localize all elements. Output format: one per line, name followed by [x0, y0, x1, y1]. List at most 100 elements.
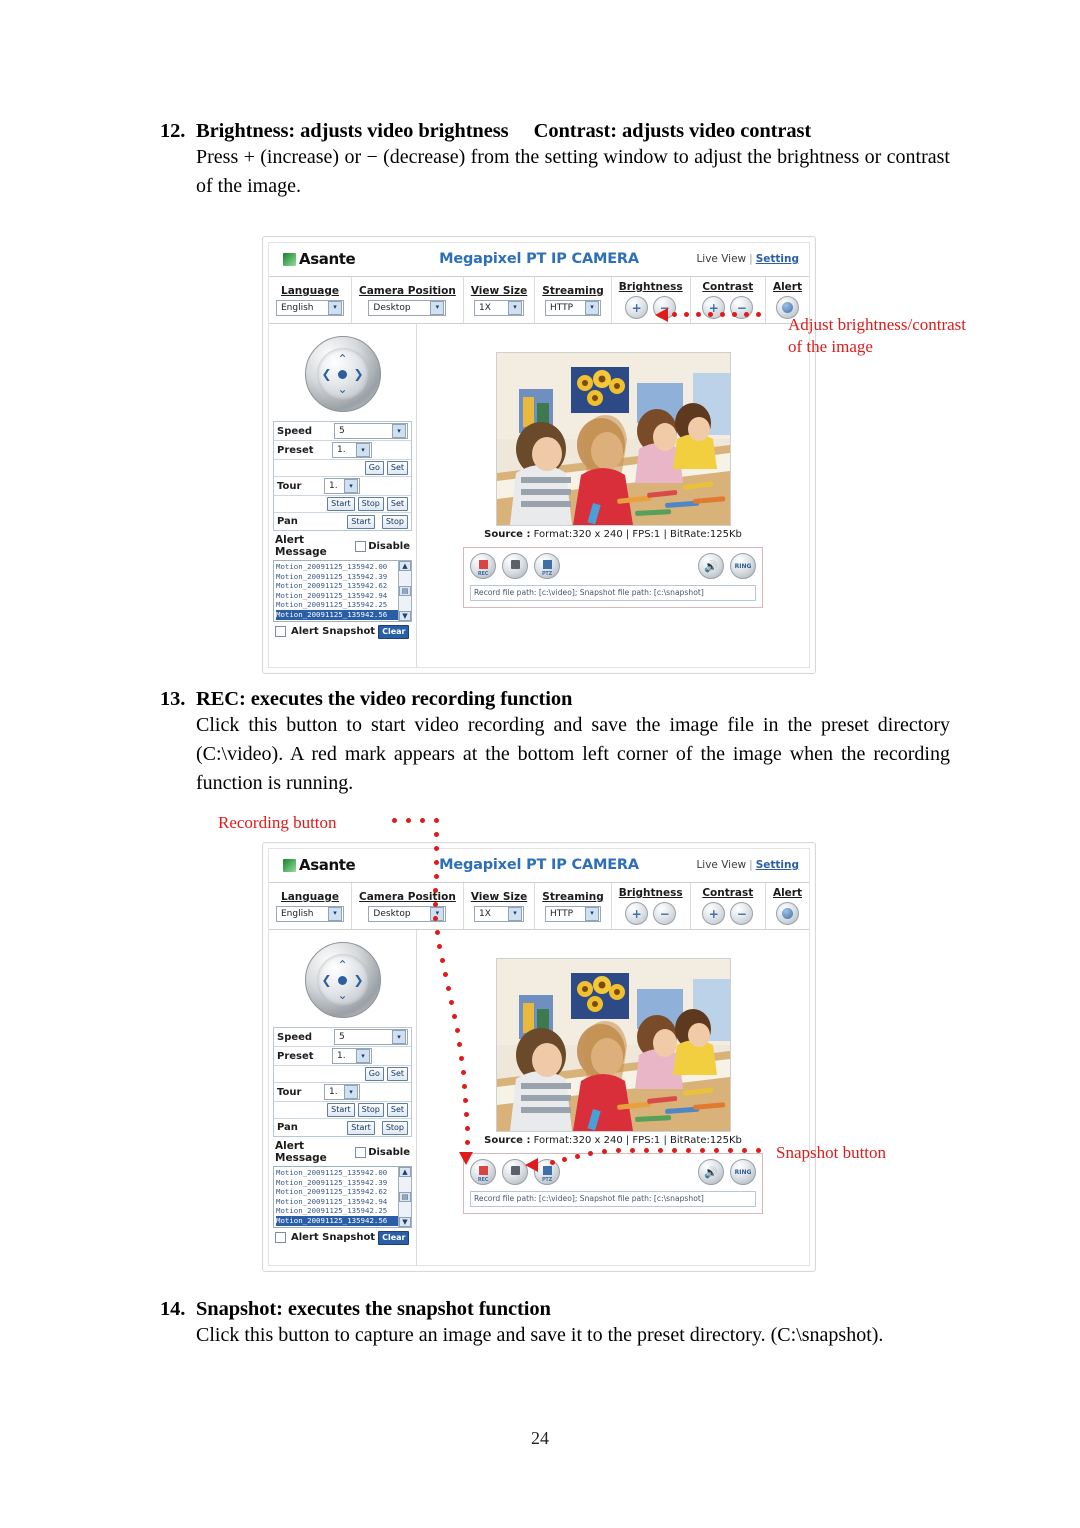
list-item[interactable]: Motion_20091125_135942.94 [276, 1197, 398, 1207]
preset-select-1[interactable]: 1. ▾ [332, 442, 372, 458]
checkbox-icon[interactable] [275, 626, 286, 638]
checkbox-icon[interactable] [355, 1146, 367, 1158]
preset-row-2: Preset 1. ▾ [274, 1047, 411, 1066]
rec-button-2[interactable]: REC [470, 1159, 496, 1185]
streaming-select-2[interactable]: HTTP ▾ [545, 905, 602, 922]
speed-select-2[interactable]: 5 ▾ [334, 1029, 408, 1045]
ui-body-1: ⌃ ⌄ ❮ ❯ Speed 5 ▾ Preset 1. ▾ Go Set Tou… [269, 324, 809, 668]
record-icon [478, 1166, 488, 1175]
snapshot-button-1[interactable] [502, 553, 528, 579]
arrow-down-icon[interactable]: ⌄ [337, 989, 347, 1001]
preset-set-button-1[interactable]: Set [386, 461, 408, 475]
brightness-minus-button-2[interactable]: − [653, 902, 677, 925]
pan-start-button-1[interactable]: Start [347, 514, 375, 529]
checkbox-icon[interactable] [355, 540, 367, 552]
language-label-1: Language [281, 284, 339, 297]
scroll-up-icon[interactable]: ▲ [399, 561, 411, 571]
rec-button-1[interactable]: REC [470, 553, 496, 579]
list-item[interactable]: Motion_20091125_135942.00 [276, 562, 398, 572]
live-view-link-2[interactable]: Live View [696, 859, 746, 871]
alert-button-2[interactable] [775, 902, 799, 925]
preset-select-2[interactable]: 1. ▾ [332, 1048, 372, 1064]
scroll-thumb-icon[interactable]: ▤ [399, 1191, 411, 1202]
live-video-view-2[interactable] [495, 958, 731, 1132]
preset-go-button-2[interactable]: Go [364, 1067, 384, 1081]
tour-stop-button-1[interactable]: Stop [357, 497, 384, 511]
file-path-bar-2[interactable]: Record file path: [c:\video]; Snapshot f… [470, 1191, 756, 1207]
streaming-select-1[interactable]: HTTP ▾ [545, 299, 602, 316]
list-item[interactable]: Motion_20091125_135942.62 [276, 581, 398, 591]
arrow-up-icon[interactable]: ⌃ [337, 959, 347, 971]
tour-set-button-2[interactable]: Set [386, 1103, 408, 1117]
list-item[interactable]: Motion_20091125_135942.00 [276, 1168, 398, 1178]
preset-set-button-2[interactable]: Set [386, 1067, 408, 1081]
disable-checkbox-2[interactable]: Disable [355, 1146, 410, 1158]
arrow-right-icon[interactable]: ❯ [353, 974, 363, 986]
scroll-down-icon[interactable]: ▼ [399, 610, 411, 621]
list-item-selected[interactable]: Motion_20091125_135942.56 [276, 1215, 398, 1226]
brightness-plus-button-2[interactable]: + [625, 902, 649, 925]
arrow-left-icon[interactable]: ❮ [322, 368, 332, 380]
pan-stop-button-2[interactable]: Stop [381, 1120, 408, 1135]
chevron-down-icon: ▾ [585, 906, 600, 921]
language-select-1[interactable]: English ▾ [276, 299, 344, 316]
brightness-plus-button-1[interactable]: + [625, 296, 649, 319]
tour-set-button-1[interactable]: Set [386, 497, 408, 511]
scroll-thumb-icon[interactable]: ▤ [399, 585, 411, 596]
joystick-center-icon[interactable] [338, 975, 347, 985]
contrast-minus-button-2[interactable]: − [730, 902, 754, 925]
leader-dot [672, 312, 677, 317]
ptz-button-label-1: PTZ [541, 571, 553, 577]
ring-button-2[interactable]: RING [730, 1159, 756, 1185]
camera-position-select-1[interactable]: Desktop ▾ [368, 299, 447, 316]
view-size-select-2[interactable]: 1X ▾ [474, 905, 525, 922]
pan-label-2: Pan [277, 1122, 298, 1133]
list-item[interactable]: Motion_20091125_135942.94 [276, 591, 398, 601]
tour-stop-button-2[interactable]: Stop [357, 1103, 384, 1117]
ptz-button-1[interactable]: PTZ [534, 553, 560, 579]
clear-button-2[interactable]: Clear [378, 1230, 410, 1245]
arrow-right-icon[interactable]: ❯ [353, 368, 363, 380]
ptz-joystick-1[interactable]: ⌃ ⌄ ❮ ❯ [304, 336, 381, 412]
list-item[interactable]: Motion_20091125_135942.39 [276, 572, 398, 582]
ptz-joystick-2[interactable]: ⌃ ⌄ ❮ ❯ [304, 942, 381, 1018]
arrow-up-icon[interactable]: ⌃ [337, 353, 347, 365]
contrast-plus-button-2[interactable]: + [702, 902, 726, 925]
alert-log-scrollbar-2[interactable]: ▲ ▤ ▼ [398, 1167, 411, 1227]
live-view-link-1[interactable]: Live View [696, 253, 746, 265]
language-select-2[interactable]: English ▾ [276, 905, 344, 922]
alert-log-list-1[interactable]: Motion_20091125_135942.00 Motion_2009112… [273, 560, 412, 622]
file-path-bar-1[interactable]: Record file path: [c:\video]; Snapshot f… [470, 585, 756, 601]
setting-link-2[interactable]: Setting [756, 859, 799, 871]
scroll-up-icon[interactable]: ▲ [399, 1167, 411, 1177]
tour-start-button-1[interactable]: Start [327, 497, 355, 511]
setting-link-1[interactable]: Setting [756, 253, 799, 265]
pan-stop-button-1[interactable]: Stop [381, 514, 408, 529]
ring-button-1[interactable]: RING [730, 553, 756, 579]
alert-log-list-2[interactable]: Motion_20091125_135942.00 Motion_2009112… [273, 1166, 412, 1228]
arrow-left-icon[interactable]: ❮ [322, 974, 332, 986]
tour-select-2[interactable]: 1. ▾ [324, 1084, 360, 1100]
checkbox-icon[interactable] [275, 1232, 286, 1244]
alert-log-scrollbar-1[interactable]: ▲ ▤ ▼ [398, 561, 411, 621]
tour-start-button-2[interactable]: Start [327, 1103, 355, 1117]
view-size-select-1[interactable]: 1X ▾ [474, 299, 525, 316]
arrow-down-icon[interactable]: ⌄ [337, 383, 347, 395]
preset-go-button-1[interactable]: Go [364, 461, 384, 475]
list-item-selected[interactable]: Motion_20091125_135942.56 [276, 609, 398, 620]
list-item[interactable]: Motion_20091125_135942.39 [276, 1178, 398, 1188]
speaker-button-2[interactable]: 🔊 [698, 1159, 724, 1185]
speaker-button-1[interactable]: 🔊 [698, 553, 724, 579]
list-item[interactable]: Motion_20091125_135942.62 [276, 1187, 398, 1197]
tour-select-1[interactable]: 1. ▾ [324, 478, 360, 494]
joystick-center-icon[interactable] [338, 369, 347, 379]
disable-checkbox-1[interactable]: Disable [355, 540, 410, 552]
scroll-down-icon[interactable]: ▼ [399, 1216, 411, 1227]
list-item[interactable]: Motion_20091125_135942.25 [276, 1206, 398, 1216]
pan-start-button-2[interactable]: Start [347, 1120, 375, 1135]
list-item[interactable]: Motion_20091125_135942.25 [276, 600, 398, 610]
clear-button-1[interactable]: Clear [378, 624, 410, 639]
live-video-view-1[interactable] [495, 352, 731, 526]
speed-select-1[interactable]: 5 ▾ [334, 423, 408, 439]
brightness-controls-1: + − [625, 296, 677, 319]
